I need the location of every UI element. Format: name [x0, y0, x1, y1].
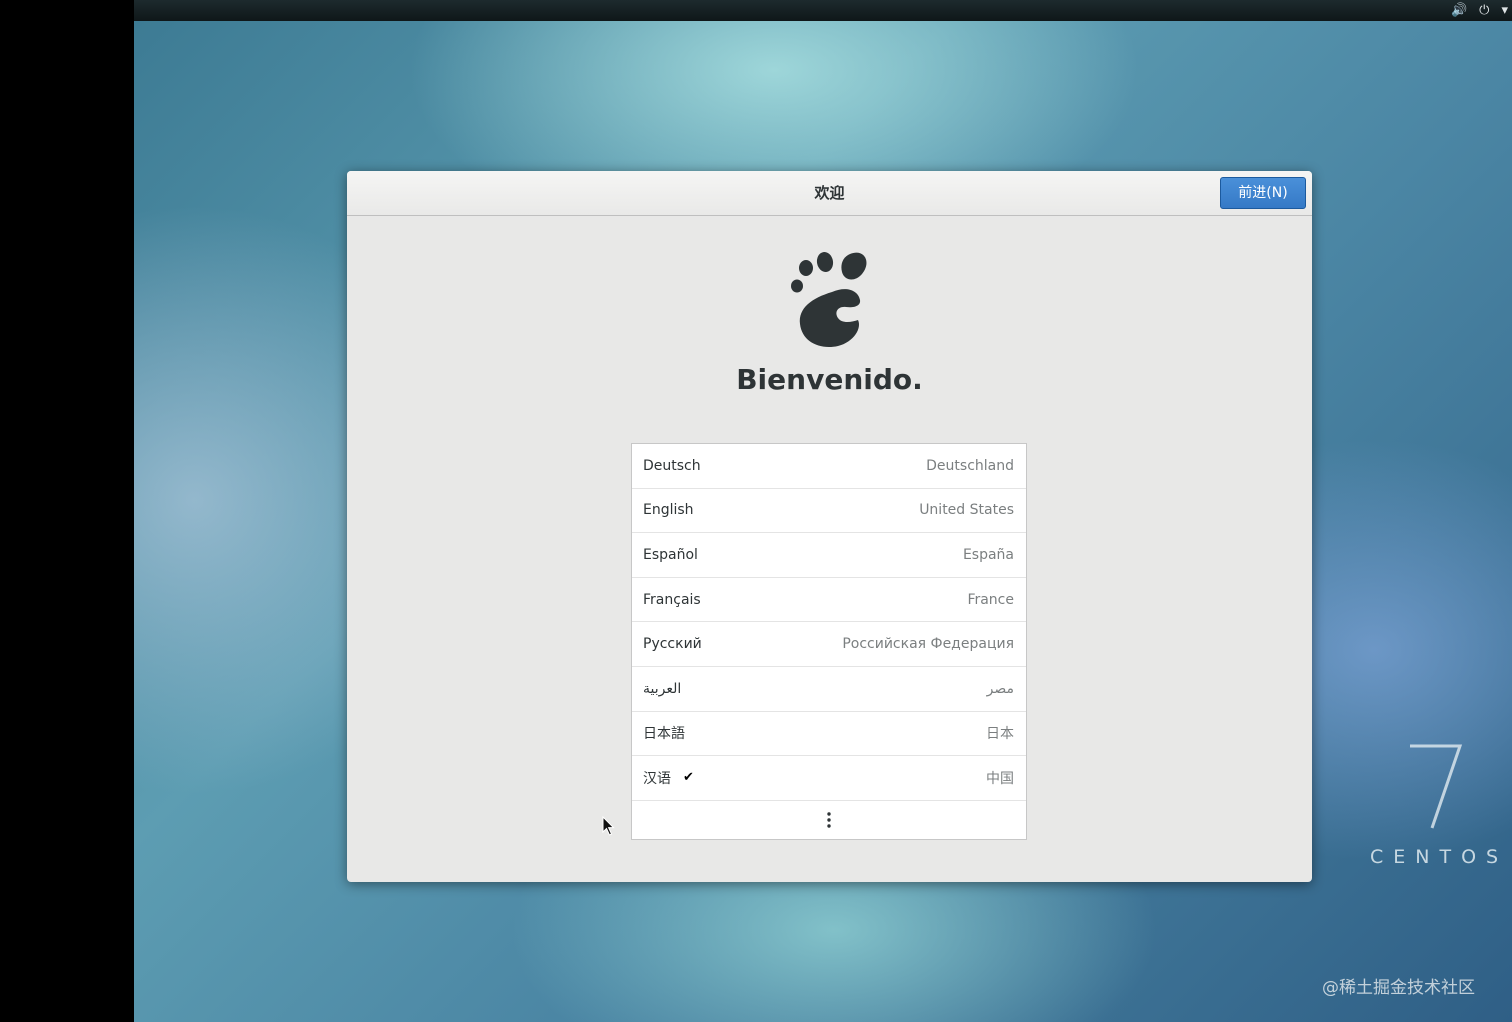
language-region: United States [919, 502, 1014, 519]
language-list: Deutsch Deutschland English United State… [631, 443, 1027, 840]
language-name: العربية [643, 680, 682, 697]
centos-version-numeral [1410, 744, 1463, 829]
language-row-arabic[interactable]: العربية مصر [632, 667, 1026, 712]
language-name: 日本語 [643, 726, 685, 743]
language-name: 汉语 [643, 770, 671, 787]
language-row-russian[interactable]: Русский Российская Федерация [632, 622, 1026, 667]
language-region: España [962, 546, 1014, 563]
next-button[interactable]: 前进(N) [1220, 177, 1306, 209]
checkmark-icon: ✔ [683, 770, 694, 786]
mouse-pointer-icon [602, 816, 615, 836]
language-region: 日本 [986, 726, 1014, 743]
language-region: مصر [986, 680, 1014, 697]
welcome-dialog: 欢迎 前进(N) Bienvenido. Deutsch Deutschland… [347, 171, 1312, 882]
dialog-title: 欢迎 [814, 184, 845, 202]
chevron-down-icon[interactable]: ▾ [1501, 0, 1508, 21]
top-panel: 🔊 ⏻ ▾ [134, 0, 1512, 21]
language-row-espanol[interactable]: Español España [632, 533, 1026, 578]
left-black-border [0, 0, 134, 1022]
language-name: Русский [643, 636, 702, 653]
language-region: Deutschland [926, 457, 1014, 474]
gnome-foot-icon [791, 252, 867, 348]
language-name: Español [643, 546, 698, 563]
language-row-francais[interactable]: Français France [632, 578, 1026, 623]
language-region: France [967, 591, 1014, 608]
more-vertical-icon [827, 812, 831, 828]
language-row-deutsch[interactable]: Deutsch Deutschland [632, 444, 1026, 489]
language-name: English [643, 502, 694, 519]
power-icon[interactable]: ⏻ [1479, 0, 1489, 21]
language-region: 中国 [986, 770, 1014, 787]
more-languages-button[interactable] [632, 801, 1026, 840]
centos-logo-text: CENTOS [1370, 846, 1509, 868]
watermark: @稀土掘金技术社区 [1322, 978, 1475, 998]
language-row-japanese[interactable]: 日本語 日本 [632, 712, 1026, 757]
language-name: Français [643, 591, 701, 608]
language-row-english[interactable]: English United States [632, 489, 1026, 534]
language-name: Deutsch [643, 457, 701, 474]
welcome-heading: Bienvenido. [736, 363, 923, 396]
dialog-titlebar: 欢迎 前进(N) [347, 171, 1312, 216]
system-tray: 🔊 ⏻ ▾ [1451, 0, 1508, 21]
volume-icon[interactable]: 🔊 [1451, 0, 1467, 21]
language-region: Российская Федерация [842, 636, 1014, 653]
language-row-chinese[interactable]: 汉语 ✔ 中国 [632, 756, 1026, 801]
